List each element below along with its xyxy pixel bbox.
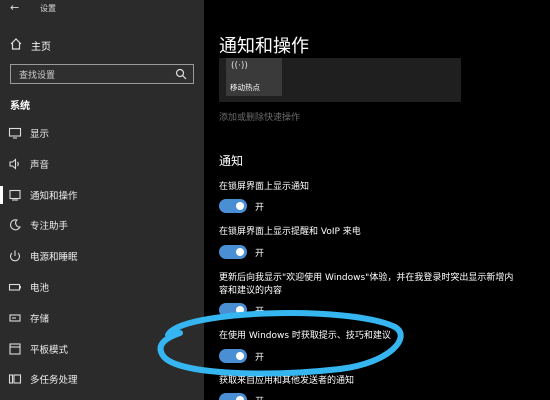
toggle-knob <box>236 202 244 210</box>
sidebar-item-power-sleep[interactable]: 电源和睡眠 <box>0 245 204 267</box>
highlight-annotation <box>157 310 404 377</box>
tablet-icon <box>9 343 21 355</box>
moon-icon <box>10 219 21 231</box>
power-icon <box>9 250 21 262</box>
arrow-left-icon[interactable]: ← <box>10 1 19 14</box>
storage-icon <box>9 314 21 322</box>
toggle-switch[interactable] <box>219 393 247 400</box>
sidebar-item-home[interactable]: 主页 <box>0 35 204 55</box>
sidebar-item-focus-assist[interactable]: 专注助手 <box>0 214 204 236</box>
wifi-hotspot-icon: ((·)) <box>231 61 248 71</box>
quick-action-label: 移动热点 <box>230 83 260 92</box>
sidebar-item-label: 通知和操作 <box>30 191 78 202</box>
section-label-system: 系统 <box>10 101 30 112</box>
setting-label: 在锁屏界面上显示通知 <box>219 182 310 192</box>
sidebar-item-label: 多任务处理 <box>30 375 78 386</box>
battery-icon <box>8 283 21 291</box>
sidebar-item-notifications[interactable]: 通知和操作 <box>0 184 204 206</box>
speaker-icon <box>9 158 19 170</box>
setting-label: 更新后向我显示"欢迎使用 Windows"体验，并在我登录时突出显示新增内容和建… <box>219 273 514 296</box>
active-indicator <box>0 186 3 204</box>
sidebar-item-label: 平板模式 <box>30 345 69 356</box>
sidebar-item-label: 专注助手 <box>30 221 69 232</box>
sidebar-item-label: 电源和睡眠 <box>30 252 78 263</box>
sidebar-item-label: 显示 <box>30 129 50 140</box>
sidebar-item-sound[interactable]: 声音 <box>0 153 204 175</box>
sidebar-item-display[interactable]: 显示 <box>0 122 204 144</box>
toggle-switch[interactable] <box>219 245 247 259</box>
search-input[interactable]: 查找设置 <box>10 64 194 84</box>
app-title: 设置 <box>40 4 56 13</box>
search-icon[interactable] <box>175 68 187 80</box>
notification-icon <box>9 189 21 201</box>
toggle-knob <box>236 248 244 256</box>
multitask-icon <box>8 374 22 384</box>
toggle-knob <box>236 396 244 400</box>
notifications-heading: 通知 <box>219 154 244 168</box>
sidebar-item-label: 存储 <box>30 314 50 325</box>
sidebar-item-label: 声音 <box>30 160 50 171</box>
toggle-state-label: 开 <box>255 203 265 213</box>
title-bar: ← 设置 <box>0 0 204 18</box>
search-placeholder: 查找设置 <box>19 71 56 81</box>
toggle-state-label: 开 <box>255 249 265 259</box>
toggle-switch[interactable] <box>219 199 247 213</box>
home-icon <box>10 38 22 50</box>
page-title: 通知和操作 <box>219 36 309 57</box>
edit-quick-actions-link[interactable]: 添加或删除快速操作 <box>219 110 300 123</box>
setting-label: 在锁屏界面上显示提醒和 VoIP 来电 <box>219 227 361 237</box>
toggle-state-label: 开 <box>255 394 264 400</box>
quick-action-tile-mobile-hotspot[interactable]: ((·)) 移动热点 <box>226 58 282 96</box>
display-icon <box>8 127 22 139</box>
sidebar-item-battery[interactable]: 电池 <box>0 276 204 298</box>
sidebar-item-label: 主页 <box>31 42 51 53</box>
sidebar-item-label: 电池 <box>30 283 50 294</box>
